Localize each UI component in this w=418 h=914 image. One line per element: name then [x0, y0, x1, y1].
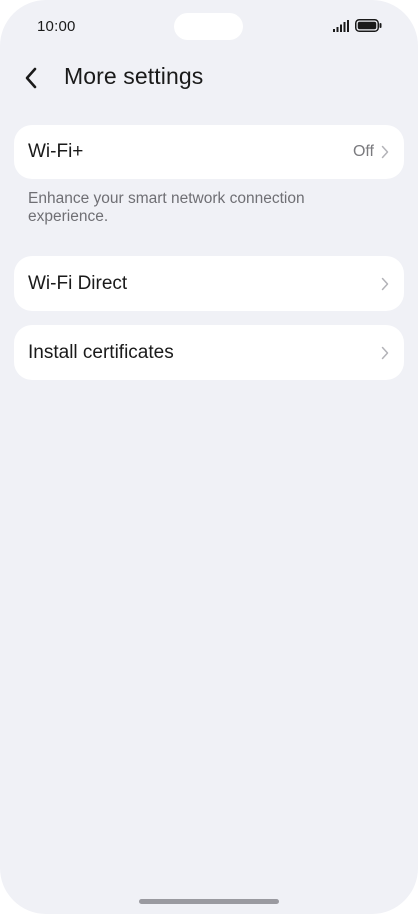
- home-indicator[interactable]: [139, 899, 279, 904]
- chevron-right-icon: [381, 277, 389, 290]
- wifi-direct-arrow: [381, 277, 389, 291]
- wifi-plus-description: Enhance your smart network connection ex…: [28, 190, 305, 225]
- chevron-right-icon: [381, 346, 389, 359]
- status-icons: [333, 19, 382, 32]
- wifi-plus-row[interactable]: Wi-Fi+ Off: [14, 125, 404, 179]
- status-bar: 10:00: [0, 0, 418, 54]
- chevron-left-icon: [25, 67, 37, 89]
- phone-screen: 10:00 More settings Wi-Fi+ Off Enhance y…: [0, 0, 418, 914]
- back-button[interactable]: [24, 64, 56, 92]
- status-time: 10:00: [37, 18, 76, 35]
- signal-bars-icon: [333, 19, 349, 32]
- install-certificates-arrow: [381, 346, 389, 360]
- install-certificates-label: Install certificates: [28, 341, 174, 363]
- install-certificates-row[interactable]: Install certificates: [14, 325, 404, 380]
- camera-cutout: [174, 13, 243, 40]
- chevron-right-icon: [381, 145, 389, 159]
- wifi-plus-value: Off: [352, 143, 374, 160]
- wifi-plus-label: Wi-Fi+: [28, 141, 84, 162]
- wifi-direct-label: Wi-Fi Direct: [28, 272, 128, 294]
- wifi-direct-row[interactable]: Wi-Fi Direct: [14, 256, 404, 311]
- page-title: More settings: [64, 63, 204, 89]
- wifi-plus-status: Off: [353, 143, 389, 161]
- battery-full-icon: [355, 19, 382, 32]
- header: More settings: [0, 58, 418, 98]
